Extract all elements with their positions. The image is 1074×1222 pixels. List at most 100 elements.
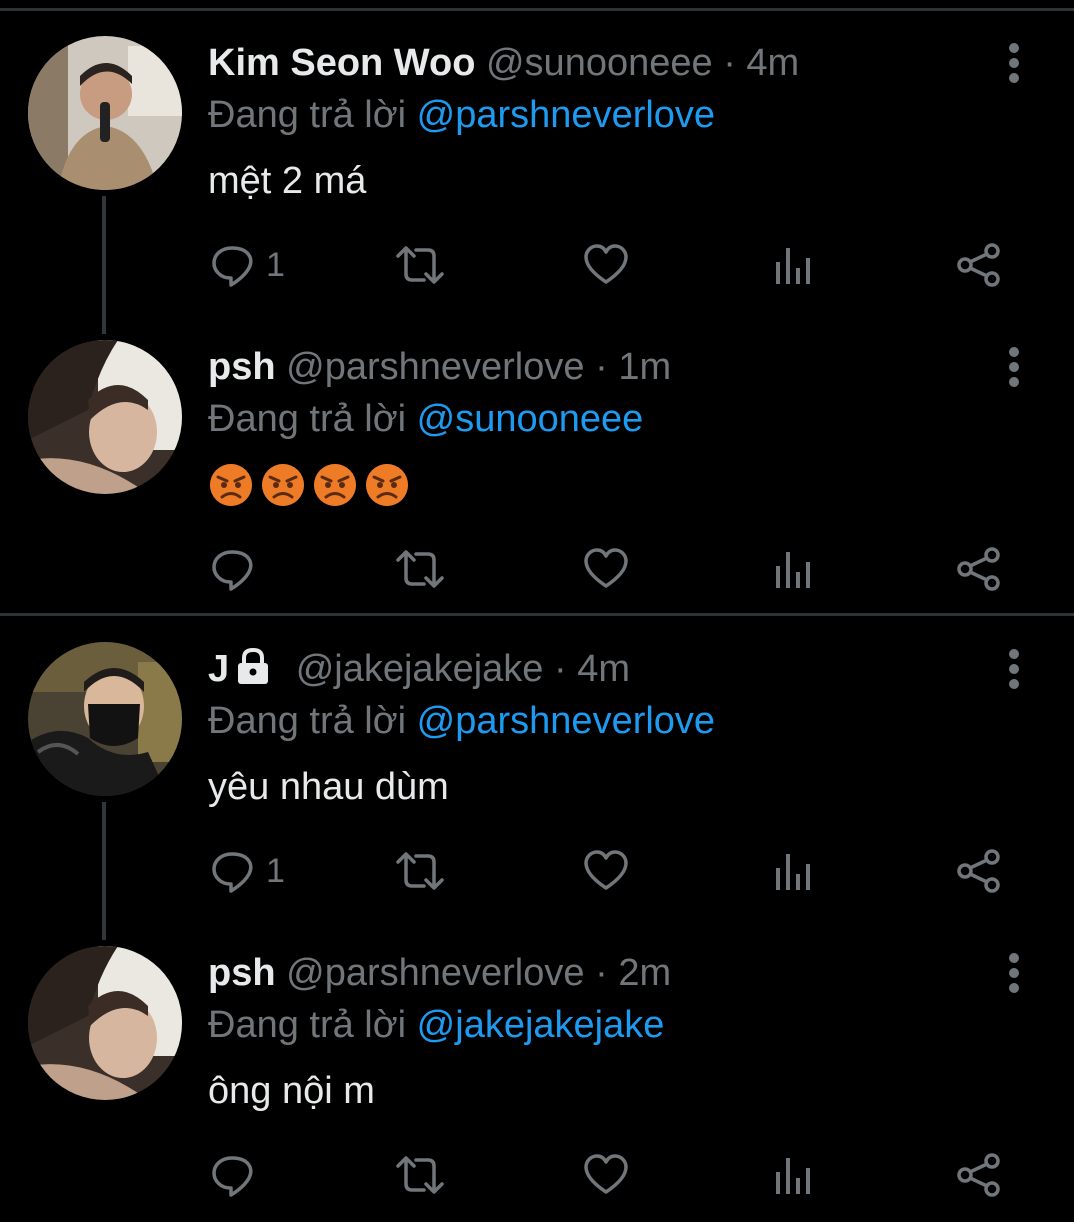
retweet-icon: [396, 1156, 444, 1194]
views-button[interactable]: [774, 846, 814, 896]
more-vertical-icon: [1009, 953, 1019, 993]
tweet-header: J @jakejakejake · 4m: [208, 646, 630, 696]
separator-dot: ·: [723, 42, 736, 84]
angry-face-emoji: [364, 462, 410, 519]
reply-prefix: Đang trả lời: [208, 700, 407, 742]
tweet-text: ông nội m: [208, 1070, 375, 1112]
mention-link[interactable]: @parshneverlove: [417, 700, 715, 742]
avatar[interactable]: [28, 340, 182, 494]
tweet-2[interactable]: psh @parshneverlove · 1m Đang trả lời @s…: [0, 304, 1074, 606]
timestamp[interactable]: 4m: [746, 42, 799, 84]
tweet-header: Kim Seon Woo @sunooneee · 4m: [208, 40, 799, 86]
tweet-text: yêu nhau dùm: [208, 766, 449, 808]
handle[interactable]: @parshneverlove: [286, 952, 584, 994]
share-button[interactable]: [956, 1150, 1002, 1200]
timestamp[interactable]: 4m: [577, 648, 630, 690]
like-button[interactable]: [583, 240, 629, 290]
share-button[interactable]: [956, 544, 1002, 594]
handle[interactable]: @parshneverlove: [286, 346, 584, 388]
handle[interactable]: @sunooneee: [486, 42, 713, 84]
retweet-icon: [396, 246, 444, 284]
mention-link[interactable]: @parshneverlove: [417, 94, 715, 136]
more-vertical-icon: [1009, 649, 1019, 689]
retweet-button[interactable]: [394, 1150, 446, 1200]
angry-face-emoji: [260, 462, 306, 519]
timestamp[interactable]: 1m: [618, 346, 671, 388]
more-options-button[interactable]: [1000, 40, 1028, 86]
more-vertical-icon: [1009, 347, 1019, 387]
action-bar: 1: [0, 240, 1074, 290]
retweet-icon: [396, 852, 444, 890]
tweet-header: psh @parshneverlove · 2m: [208, 950, 671, 996]
share-button[interactable]: [956, 846, 1002, 896]
display-name[interactable]: J: [208, 648, 229, 690]
replying-to: Đang trả lời @parshneverlove: [208, 92, 715, 138]
more-vertical-icon: [1009, 43, 1019, 83]
more-options-button[interactable]: [1000, 950, 1028, 996]
tweet-4[interactable]: psh @parshneverlove · 2m Đang trả lời @j…: [0, 910, 1074, 1212]
action-bar: [0, 544, 1074, 594]
lock-icon: [233, 647, 273, 696]
separator-dot: ·: [553, 648, 567, 690]
tweet-text: [208, 462, 416, 519]
handle[interactable]: @jakejakejake: [296, 648, 544, 690]
reply-prefix: Đang trả lời: [208, 94, 407, 136]
tweet-text: mệt 2 má: [208, 160, 367, 202]
reply-icon: [212, 246, 253, 287]
like-button[interactable]: [583, 1150, 629, 1200]
angry-face-emoji: [312, 462, 358, 519]
replying-to: Đang trả lời @parshneverlove: [208, 698, 715, 744]
retweet-button[interactable]: [394, 846, 446, 896]
views-button[interactable]: [774, 240, 814, 290]
reply-button[interactable]: [210, 544, 266, 594]
views-icon: [776, 552, 810, 588]
display-name[interactable]: psh: [208, 952, 276, 994]
retweet-icon: [396, 550, 444, 588]
timestamp[interactable]: 2m: [618, 952, 671, 994]
tweet-1[interactable]: Kim Seon Woo @sunooneee · 4m Đang trả lờ…: [0, 0, 1074, 334]
views-icon: [776, 1158, 810, 1194]
more-options-button[interactable]: [1000, 646, 1028, 692]
retweet-button[interactable]: [394, 240, 446, 290]
reply-icon: [212, 1156, 253, 1197]
share-icon: [957, 547, 1000, 591]
heart-icon: [584, 850, 628, 890]
share-button[interactable]: [956, 240, 1002, 290]
reply-button[interactable]: 1: [210, 846, 285, 896]
tweet-header: psh @parshneverlove · 1m: [208, 344, 671, 390]
action-bar: 1: [0, 846, 1074, 896]
mention-link[interactable]: @sunooneee: [417, 398, 644, 440]
heart-icon: [584, 548, 628, 588]
separator-dot: ·: [595, 952, 608, 994]
reply-prefix: Đang trả lời: [208, 1004, 407, 1046]
reply-prefix: Đang trả lời: [208, 398, 407, 440]
heart-icon: [584, 244, 628, 284]
share-icon: [957, 849, 1000, 893]
avatar[interactable]: [28, 642, 182, 796]
replying-to: Đang trả lời @sunooneee: [208, 396, 643, 442]
views-button[interactable]: [774, 1150, 814, 1200]
reply-icon: [212, 852, 253, 893]
reply-count: 1: [266, 246, 285, 284]
display-name[interactable]: Kim Seon Woo: [208, 42, 475, 84]
heart-icon: [584, 1154, 628, 1194]
avatar[interactable]: [28, 36, 182, 190]
reply-count: 1: [266, 852, 285, 890]
views-button[interactable]: [774, 544, 814, 594]
reply-button[interactable]: [210, 1150, 266, 1200]
tweet-3[interactable]: J @jakejakejake · 4m Đang trả lời @parsh…: [0, 606, 1074, 940]
display-name[interactable]: psh: [208, 346, 276, 388]
like-button[interactable]: [583, 846, 629, 896]
separator-dot: ·: [595, 346, 608, 388]
reply-button[interactable]: 1: [210, 240, 285, 290]
retweet-button[interactable]: [394, 544, 446, 594]
views-icon: [776, 248, 810, 284]
more-options-button[interactable]: [1000, 344, 1028, 390]
action-bar: [0, 1150, 1074, 1200]
mention-link[interactable]: @jakejakejake: [417, 1004, 665, 1046]
share-icon: [957, 243, 1000, 287]
avatar[interactable]: [28, 946, 182, 1100]
angry-face-emoji: [208, 462, 254, 519]
like-button[interactable]: [583, 544, 629, 594]
share-icon: [957, 1153, 1000, 1197]
